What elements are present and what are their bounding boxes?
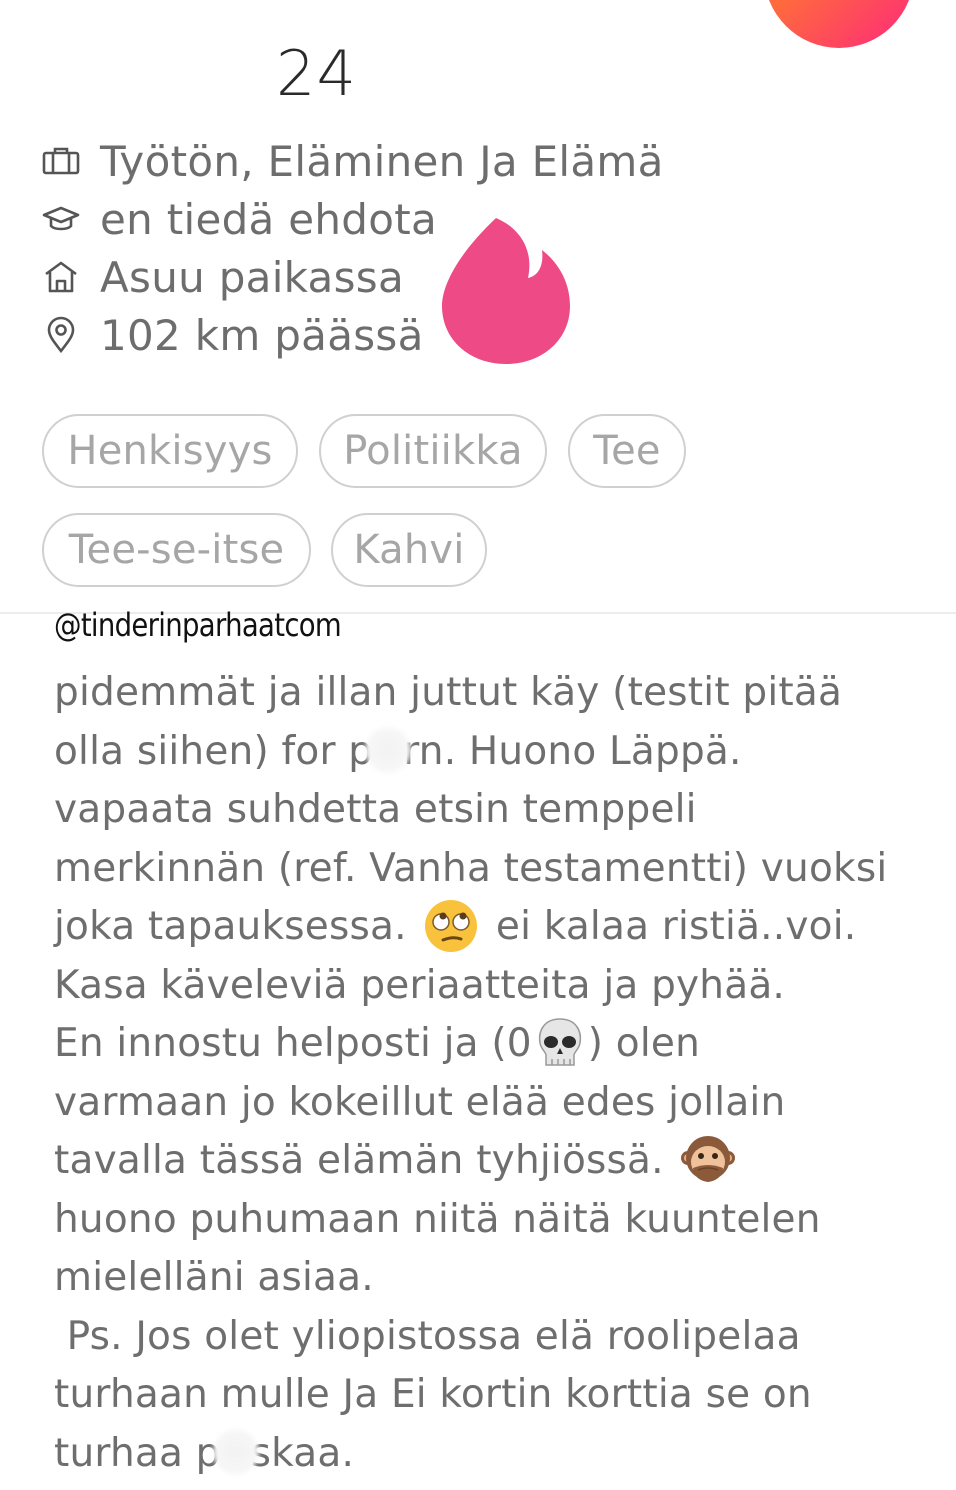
bio-line: Ps. Jos olet yliopistossa elä roolipelaa bbox=[54, 1313, 801, 1359]
bio-line: varmaan jo kokeillut elää edes jollain bbox=[54, 1079, 786, 1125]
interest-chip: Henkisyys bbox=[42, 414, 298, 488]
home-icon bbox=[40, 256, 82, 298]
job-row: Työtön, Eläminen Ja Elämä bbox=[40, 132, 664, 190]
school-row: en tiedä ehdota bbox=[40, 190, 437, 248]
bio-line: turhaan mulle Ja Ei kortin korttia se on bbox=[54, 1372, 812, 1417]
bio-line: pidemmät ja illan juttut käy (testit pit… bbox=[54, 670, 843, 715]
bio-line: joka tapauksessa. ei kalaa ristiä..voi. bbox=[54, 898, 944, 957]
bio-line: tavalla tässä elämän tyhjiössä. bbox=[54, 1132, 944, 1191]
watermark-text: @tinderinparhaatcom bbox=[54, 606, 342, 644]
interest-chip: Politiikka bbox=[319, 414, 547, 488]
briefcase-icon bbox=[40, 140, 82, 182]
bio-line: Kasa käveleviä periaatteita ja pyhää. bbox=[54, 962, 786, 1008]
speak-no-evil-monkey-emoji bbox=[681, 1135, 736, 1182]
action-button[interactable] bbox=[764, 0, 914, 48]
distance-row: 102 km päässä bbox=[40, 306, 424, 364]
bio-line: merkinnän (ref. Vanha testamentti) vuoks… bbox=[54, 845, 888, 891]
interest-chip: Kahvi bbox=[331, 513, 487, 587]
graduation-cap-icon bbox=[40, 198, 82, 240]
interest-chip: Tee-se-itse bbox=[42, 513, 311, 587]
job-text: Työtön, Eläminen Ja Elämä bbox=[100, 136, 664, 186]
skull-emoji bbox=[538, 1017, 581, 1066]
interest-chip: Tee bbox=[568, 414, 686, 488]
profile-age: 24 bbox=[276, 37, 357, 110]
bio-line: turhaa p skaa. bbox=[54, 1429, 355, 1476]
location-pin-icon bbox=[40, 314, 82, 356]
school-text: en tiedä ehdota bbox=[100, 194, 438, 244]
bio-line: mielelläni asiaa. bbox=[54, 1255, 374, 1300]
home-text: Asuu paikassa bbox=[100, 252, 404, 302]
home-row: Asuu paikassa bbox=[40, 248, 404, 306]
censor-blur bbox=[212, 1429, 259, 1475]
distance-text: 102 km päässä bbox=[100, 310, 424, 360]
bio-line: vapaata suhdetta etsin temppeli bbox=[54, 787, 697, 832]
tinder-flame-logo bbox=[442, 218, 570, 364]
eye-roll-emoji bbox=[425, 899, 478, 952]
bio-line: olla siihen) for p rn. Huono Läppä. bbox=[54, 727, 742, 774]
censor-blur bbox=[365, 727, 412, 773]
bio-line: huono puhumaan niitä näitä kuuntelen bbox=[54, 1196, 821, 1242]
bio-line: En innostu helposti ja (0) olen bbox=[54, 1015, 944, 1074]
bio-text: pidemmät ja illan juttut käy (testit pit… bbox=[54, 664, 944, 1483]
